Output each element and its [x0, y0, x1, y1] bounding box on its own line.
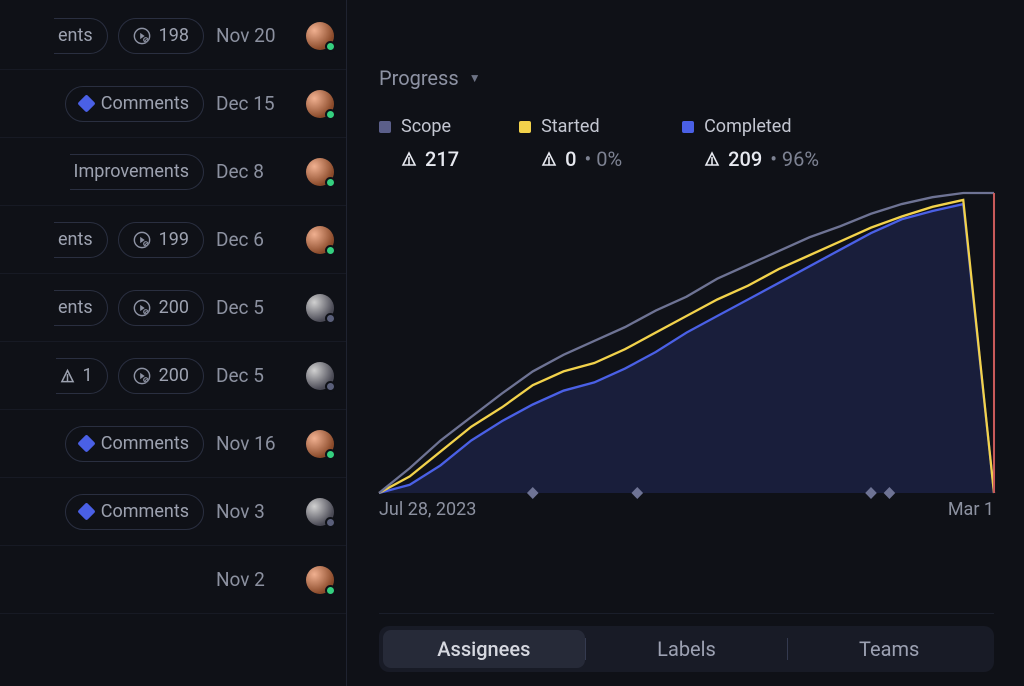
cycle-chip[interactable]: 200	[118, 358, 204, 394]
comments-chip[interactable]: Comments	[65, 86, 204, 122]
label-chip[interactable]: ents	[54, 18, 108, 54]
completed-swatch	[682, 121, 694, 133]
chart-x-axis: Jul 28, 2023 Mar 1	[379, 499, 994, 520]
list-item[interactable]: Nov 2	[0, 546, 346, 614]
avatar[interactable]	[306, 294, 334, 322]
progress-dropdown[interactable]: Progress ▼	[379, 66, 994, 90]
triangle-icon	[541, 148, 557, 172]
legend-started[interactable]: Started 0 • 0%	[519, 116, 622, 171]
presence-indicator	[325, 517, 336, 528]
item-date: Dec 15	[216, 92, 294, 115]
legend-completed[interactable]: Completed 209 • 96%	[682, 116, 819, 171]
item-date: Dec 5	[216, 364, 294, 387]
list-item[interactable]: Comments Nov 16	[0, 410, 346, 478]
play-check-icon	[133, 27, 151, 45]
presence-indicator	[325, 313, 336, 324]
item-date: Nov 16	[216, 432, 294, 455]
avatar[interactable]	[306, 430, 334, 458]
detail-tabs-bar: AssigneesLabelsTeams	[379, 613, 994, 686]
presence-indicator	[325, 109, 336, 120]
triangle-icon	[704, 148, 720, 172]
legend-pct: • 96%	[770, 147, 819, 171]
presence-indicator	[325, 177, 336, 188]
diamond-icon	[77, 94, 95, 112]
presence-indicator	[325, 449, 336, 460]
avatar[interactable]	[306, 362, 334, 390]
label-chip[interactable]: ents	[54, 290, 108, 326]
legend-value: 0	[565, 147, 576, 171]
legend-label: Completed	[704, 116, 791, 137]
triangle-icon	[60, 367, 75, 385]
item-date: Dec 6	[216, 228, 294, 251]
chip-number: 199	[159, 229, 189, 250]
list-item[interactable]: Improvements Dec 8	[0, 138, 346, 206]
diamond-icon	[77, 434, 95, 452]
x-end-label: Mar 1	[948, 499, 994, 520]
tab-assignees[interactable]: Assignees	[383, 630, 585, 668]
progress-chart[interactable]	[379, 193, 994, 493]
cycle-chip[interactable]: 199	[118, 222, 204, 258]
list-item[interactable]: Comments Dec 15	[0, 70, 346, 138]
legend-scope[interactable]: Scope 217	[379, 116, 459, 171]
legend-label: Scope	[401, 116, 451, 137]
comments-chip[interactable]: Comments	[65, 426, 204, 462]
effort-chip[interactable]: 1	[56, 358, 108, 394]
item-date: Nov 2	[216, 568, 294, 591]
play-check-icon	[133, 231, 151, 249]
cycle-chip[interactable]: 200	[118, 290, 204, 326]
chip-number: 198	[159, 25, 189, 46]
presence-indicator	[325, 381, 336, 392]
avatar[interactable]	[306, 22, 334, 50]
item-date: Nov 20	[216, 24, 294, 47]
list-item[interactable]: 1 200 Dec 5	[0, 342, 346, 410]
triangle-icon	[401, 148, 417, 172]
item-date: Dec 8	[216, 160, 294, 183]
presence-indicator	[325, 585, 336, 596]
list-item[interactable]: ents 198 Nov 20	[0, 2, 346, 70]
avatar[interactable]	[306, 226, 334, 254]
legend-value: 217	[425, 147, 459, 171]
tab-labels[interactable]: Labels	[586, 630, 788, 668]
play-check-icon	[133, 367, 151, 385]
chip-number: 200	[159, 297, 189, 318]
chip-number: 200	[159, 365, 189, 386]
diamond-icon	[77, 502, 95, 520]
detail-tabs: AssigneesLabelsTeams	[379, 626, 994, 672]
label-chip[interactable]: Improvements	[70, 154, 204, 190]
item-date: Nov 3	[216, 500, 294, 523]
scope-swatch	[379, 121, 391, 133]
chart-legend: Scope 217 Started 0 • 0%	[379, 116, 994, 171]
play-check-icon	[133, 299, 151, 317]
avatar[interactable]	[306, 90, 334, 118]
chip-label: Comments	[101, 433, 189, 454]
chip-number: 1	[83, 365, 93, 386]
legend-value: 209	[728, 147, 762, 171]
progress-title: Progress	[379, 66, 459, 90]
label-chip[interactable]: ents	[54, 222, 108, 258]
presence-indicator	[325, 41, 336, 52]
list-item[interactable]: ents 199 Dec 6	[0, 206, 346, 274]
issue-list: ents 198 Nov 20 Comments Dec 15 Improvements D…	[0, 0, 347, 686]
list-item[interactable]: ents 200 Dec 5	[0, 274, 346, 342]
started-swatch	[519, 121, 531, 133]
x-start-label: Jul 28, 2023	[379, 499, 476, 520]
list-item[interactable]: Comments Nov 3	[0, 478, 346, 546]
avatar[interactable]	[306, 158, 334, 186]
chevron-down-icon: ▼	[469, 71, 481, 85]
presence-indicator	[325, 245, 336, 256]
completed-area	[379, 204, 994, 493]
item-date: Dec 5	[216, 296, 294, 319]
avatar[interactable]	[306, 566, 334, 594]
legend-label: Started	[541, 116, 600, 137]
legend-pct: • 0%	[584, 147, 622, 171]
avatar[interactable]	[306, 498, 334, 526]
chip-label: Comments	[101, 93, 189, 114]
progress-panel: Progress ▼ Scope 217 Started	[347, 0, 1024, 686]
cycle-chip[interactable]: 198	[118, 18, 204, 54]
chip-label: Comments	[101, 501, 189, 522]
comments-chip[interactable]: Comments	[65, 494, 204, 530]
tab-teams[interactable]: Teams	[788, 630, 990, 668]
